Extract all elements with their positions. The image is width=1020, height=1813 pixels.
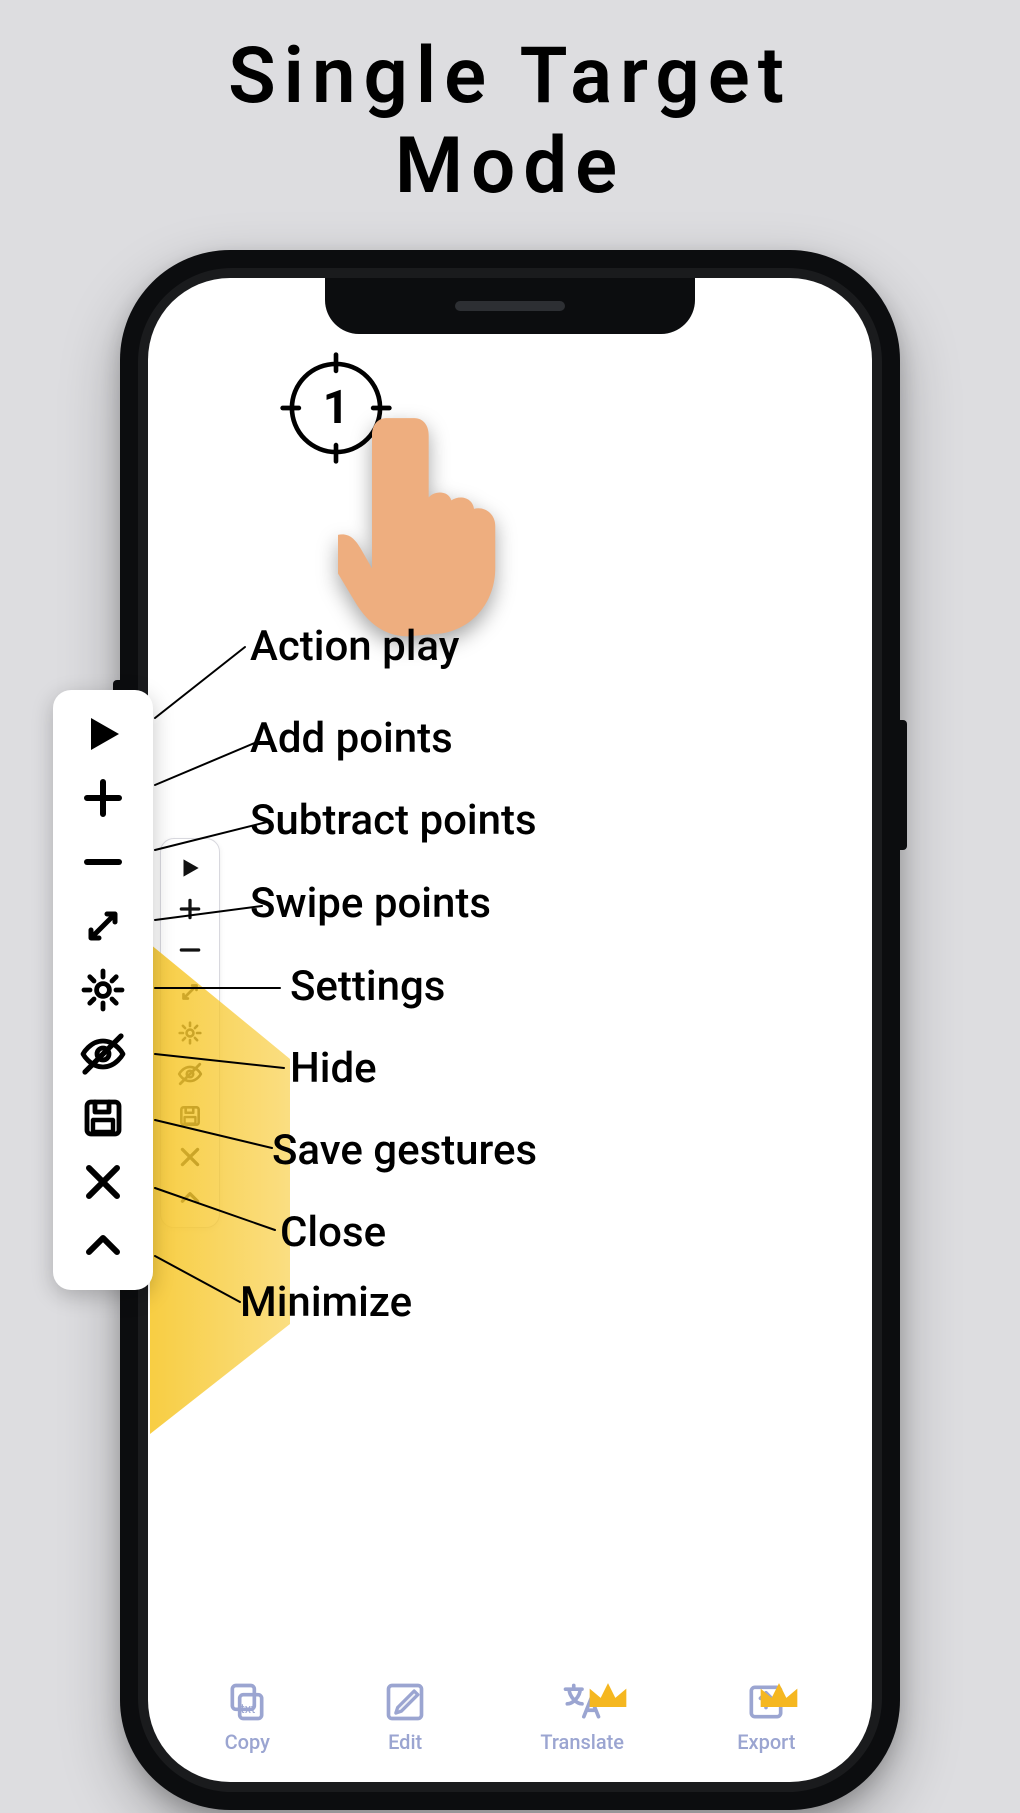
- legend-label: Settings: [290, 962, 445, 1011]
- gear-icon[interactable]: [76, 963, 130, 1017]
- save-icon[interactable]: [176, 1102, 204, 1130]
- minimize-icon[interactable]: [76, 1219, 130, 1273]
- bottom-nav: Copy Edit Translate Export: [168, 1669, 852, 1764]
- legend-label: Action play: [250, 622, 459, 671]
- legend-label: Close: [280, 1208, 386, 1257]
- gear-icon[interactable]: [176, 1019, 204, 1047]
- close-icon[interactable]: [176, 1143, 204, 1171]
- legend-label: Save gestures: [272, 1126, 537, 1175]
- minus-icon[interactable]: [76, 835, 130, 889]
- play-icon[interactable]: [76, 707, 130, 761]
- plus-icon[interactable]: [176, 895, 204, 923]
- phone-frame: 1 Copy Edit: [120, 250, 900, 1810]
- legend-label: Minimize: [240, 1278, 412, 1327]
- legend-label: Swipe points: [250, 879, 491, 928]
- minus-icon[interactable]: [176, 936, 204, 964]
- nav-translate[interactable]: Translate: [540, 1680, 624, 1754]
- legend-label: Add points: [250, 714, 453, 763]
- swipe-icon[interactable]: [76, 899, 130, 953]
- nav-export[interactable]: Export: [737, 1680, 795, 1754]
- swipe-icon[interactable]: [176, 978, 204, 1006]
- plus-icon[interactable]: [76, 771, 130, 825]
- minimize-icon[interactable]: [176, 1184, 204, 1212]
- toolbar-legend: [53, 690, 153, 1290]
- phone-notch: [325, 278, 695, 334]
- nav-edit[interactable]: Edit: [383, 1680, 427, 1754]
- crown-icon: [586, 1674, 630, 1718]
- save-icon[interactable]: [76, 1091, 130, 1145]
- pointing-hand-icon: [338, 408, 508, 638]
- nav-copy[interactable]: Copy: [225, 1680, 270, 1754]
- crown-icon: [757, 1674, 801, 1718]
- play-icon[interactable]: [176, 854, 204, 882]
- phone-screen: 1 Copy Edit: [148, 278, 872, 1782]
- legend-label: Subtract points: [250, 796, 537, 845]
- page-title: Single Target Mode: [0, 0, 1020, 211]
- close-icon[interactable]: [76, 1155, 130, 1209]
- legend-label: Hide: [290, 1044, 377, 1093]
- mini-toolbar[interactable]: [160, 838, 220, 1228]
- hide-icon[interactable]: [176, 1060, 204, 1088]
- hide-icon[interactable]: [76, 1027, 130, 1081]
